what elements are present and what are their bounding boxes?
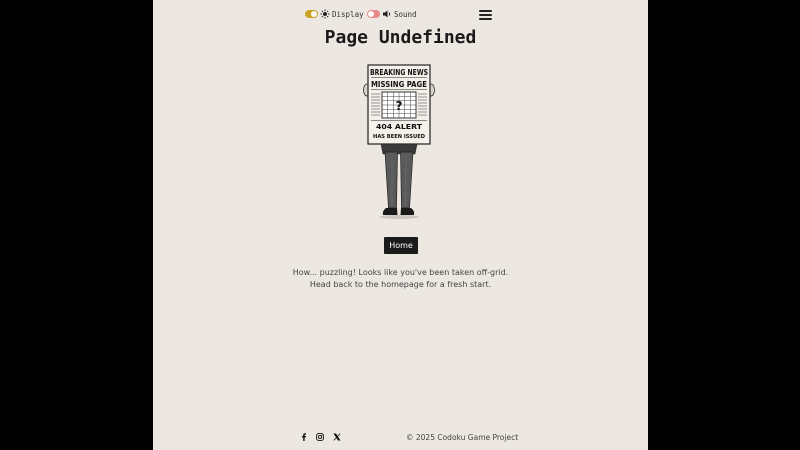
speaker-icon — [383, 10, 391, 18]
newspaper-alert-1: 404 ALERT — [376, 122, 422, 131]
footer: © 2025 Codoku Game Project — [153, 432, 648, 444]
sound-toggle-knob — [368, 11, 374, 17]
instagram-icon[interactable] — [316, 433, 324, 441]
page-container: Display Sound Page Undefined BREAKING NE… — [153, 0, 648, 450]
newspaper-headline-1: BREAKING NEWS — [370, 68, 428, 77]
sound-toggle[interactable] — [367, 10, 380, 18]
display-toggle-knob — [311, 11, 317, 17]
newspaper-question-mark: ? — [396, 99, 403, 113]
newspaper-alert-2: HAS BEEN ISSUED — [373, 134, 426, 140]
sound-label: Sound — [394, 10, 417, 19]
display-toggle[interactable] — [305, 10, 318, 18]
display-label: Display — [332, 10, 364, 19]
page-title: Page Undefined — [324, 27, 477, 48]
sun-icon — [320, 9, 330, 19]
x-icon[interactable] — [333, 433, 341, 441]
copyright-text: © 2025 Codoku Game Project — [406, 433, 519, 442]
top-controls: Display Sound — [153, 7, 648, 23]
error-message-line-2: Head back to the homepage for a fresh st… — [309, 280, 492, 289]
newspaper-man-illustration: BREAKING NEWS MISSING PAGE ? 404 ALERT H… — [363, 64, 435, 219]
error-message-line-1: How... puzzling! Looks like you've been … — [292, 268, 509, 277]
hamburger-icon[interactable] — [479, 10, 492, 20]
error-message: How... puzzling! Looks like you've been … — [153, 267, 648, 291]
home-button[interactable]: Home — [384, 237, 418, 254]
facebook-icon[interactable] — [300, 433, 308, 441]
newspaper-headline-2: MISSING PAGE — [371, 80, 427, 89]
